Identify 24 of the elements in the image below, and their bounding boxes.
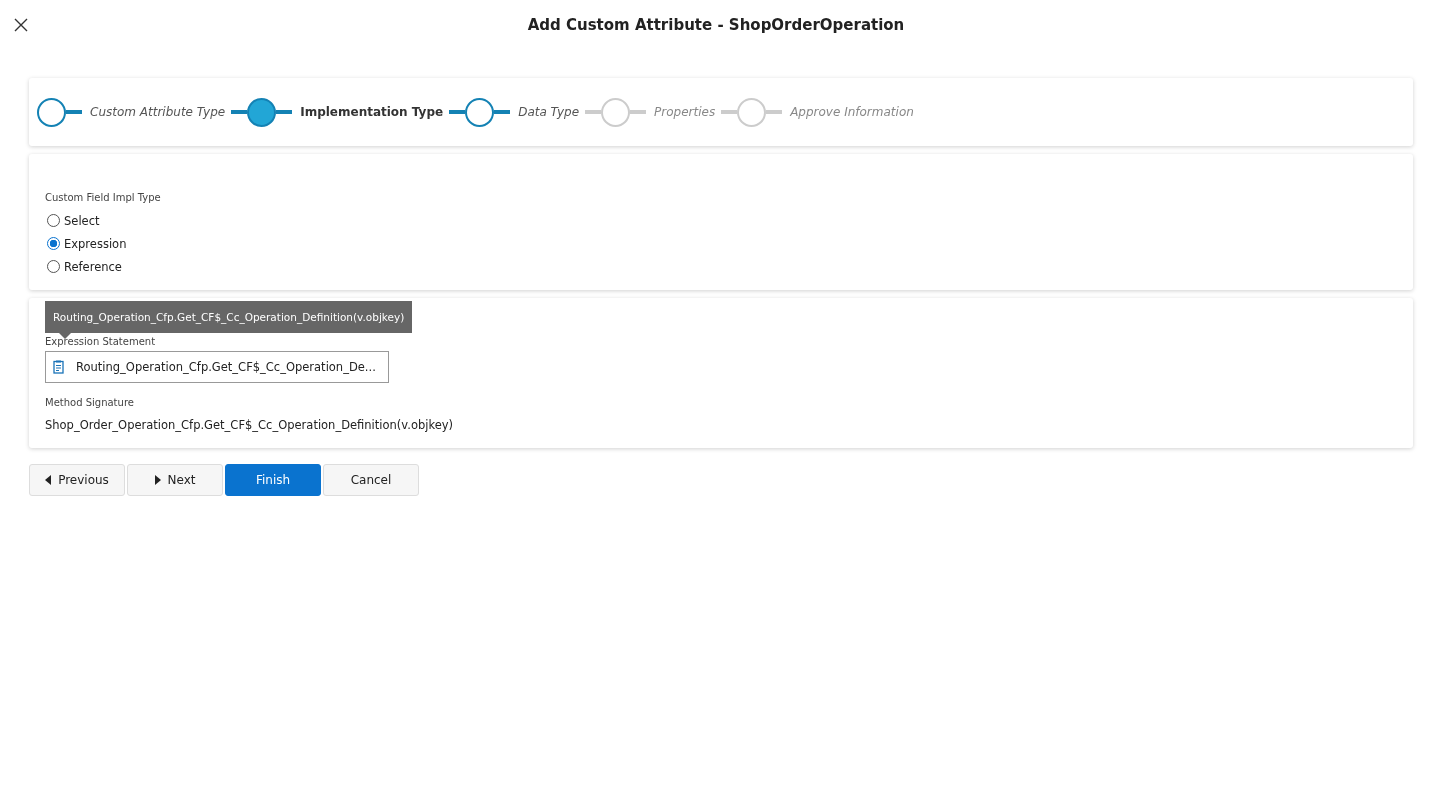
next-button[interactable]: Next (127, 464, 223, 496)
close-button[interactable] (12, 16, 30, 34)
tooltip: Routing_Operation_Cfp.Get_CF$_Cc_Operation_Definition(v.objkey) (45, 301, 413, 333)
radio-option[interactable]: Expression (45, 232, 127, 255)
dialog-title: Add Custom Attribute - ShopOrderOperation (527, 16, 905, 34)
cancel-button[interactable]: Cancel (323, 464, 419, 496)
previous-button[interactable]: Previous (29, 464, 125, 496)
method-signature: Shop_Order_Operation_Cfp.Get_CF$_Cc_Operation_Definition(v.objkey) (45, 418, 455, 432)
field-label: Method Signature (45, 397, 135, 408)
wizard-step[interactable]: Approve Information (715, 97, 914, 127)
left-triangle-icon (45, 475, 52, 485)
field-label: Custom Field Impl Type (45, 192, 162, 203)
finish-button[interactable]: Finish (225, 464, 321, 496)
radio-option[interactable]: Select (45, 209, 100, 232)
wizard-step[interactable]: Implementation Type (225, 97, 444, 127)
wizard-step[interactable]: Data Type (443, 97, 579, 127)
field-label: Expression Statement (45, 336, 157, 347)
tooltip-arrow (59, 333, 71, 339)
wizard-step[interactable]: Properties (579, 97, 716, 127)
document-icon (53, 360, 64, 374)
radio-option[interactable]: Reference (45, 255, 122, 278)
wizard-step[interactable]: Custom Attribute Type (37, 97, 226, 127)
expression-field[interactable]: Routing_Operation_Cfp.Get_CF$_Cc_Operation_De... (45, 351, 389, 383)
right-triangle-icon (154, 475, 161, 485)
